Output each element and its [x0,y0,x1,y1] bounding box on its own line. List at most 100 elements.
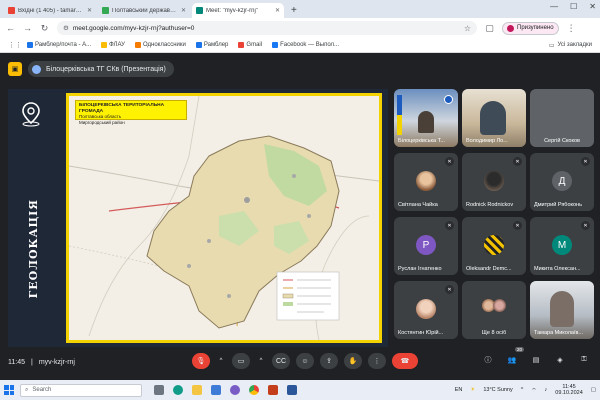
gmail-icon [238,42,245,48]
viber-icon[interactable] [230,385,240,395]
windows-start-icon[interactable] [4,385,14,395]
avatar [416,171,436,191]
maximize-icon[interactable]: ☐ [570,2,577,11]
participant-tile[interactable]: ✕ Oleksandr Demc... [462,217,526,275]
task-view-icon[interactable] [154,385,164,395]
participant-tile[interactable]: Тамара Миколаїв... [530,281,594,339]
volume-icon[interactable]: ♪ [545,387,548,393]
participant-tile[interactable]: Володимир Ло... [462,89,526,147]
mic-off-button[interactable]: 🎙 [192,353,210,369]
weather-text[interactable]: 13°C Sunny [483,387,512,393]
chevron-up-icon[interactable]: ^ [216,353,226,369]
camera-button[interactable]: ▭ [232,353,250,369]
emoji-button[interactable]: ☺ [296,353,314,369]
close-icon[interactable]: ✕ [275,7,280,14]
mic-off-icon: ✕ [581,221,590,230]
emblem-icon [444,95,453,104]
participant-tile[interactable]: ✕ Д Дмитрий Рябоконь [530,153,594,211]
search-icon: ⌕ [25,386,29,393]
bookmark-item[interactable]: ФЛАУ [101,42,125,48]
activities-icon[interactable]: ◈ [554,354,566,366]
participant-tile[interactable]: ✕ М Микита Олексан... [530,217,594,275]
site-info-icon[interactable]: ⚙ [63,24,69,32]
more-participants-label: Ще 8 осіб [481,330,507,336]
more-options-button[interactable]: ⋮ [368,353,386,369]
slide-side-title: ГЕОЛОКАЦІЯ [26,199,40,299]
rambler-icon [195,42,202,48]
people-count-badge: 20 [514,347,524,352]
tray-chevron-icon[interactable]: ^ [521,387,524,393]
participant-tile[interactable]: Білоцерківська Т... [394,89,458,147]
info-icon[interactable]: ⓘ [482,354,494,366]
language-indicator[interactable]: EN [455,387,463,393]
word-icon[interactable] [287,385,297,395]
edge-icon[interactable] [173,385,183,395]
bookmark-item[interactable]: Рамблер/почта - А... [27,42,91,48]
new-tab-button[interactable]: + [286,3,302,18]
chrome-icon[interactable] [249,385,259,395]
close-window-icon[interactable]: ✕ [589,2,596,11]
site-icon [102,7,109,14]
captions-button[interactable]: CC [272,353,290,369]
browser-menu-icon[interactable]: ⋮ [567,23,576,34]
reload-icon[interactable]: ↻ [40,23,49,34]
flag-icon [397,95,402,135]
all-bookmarks[interactable]: ▭ Усі закладки [549,42,592,49]
chevron-up-icon[interactable]: ^ [256,353,266,369]
avatar [493,299,506,312]
bookmark-star-icon[interactable]: ☆ [464,24,471,33]
clock-date: 09.10.2024 [555,390,583,396]
close-icon[interactable]: ✕ [87,7,92,14]
forward-icon[interactable]: → [23,23,32,33]
map-subtitle-district: Миргородський район [79,119,125,125]
avatar: Р [416,235,436,255]
store-icon[interactable] [211,385,221,395]
minimize-icon[interactable]: — [550,2,558,11]
bookmark-item[interactable]: Facebook — Выпол... [272,42,339,48]
browser-tab-pdau[interactable]: Полтавський державний агр... ✕ [98,3,190,18]
apps-grid-icon[interactable]: ⋮⋮ [8,41,22,49]
back-icon[interactable]: ← [6,23,15,33]
url-text: meet.google.com/myv-kzjr-rnj?authuser=0 [72,24,195,32]
bookmark-item[interactable]: Gmail [238,42,262,48]
host-controls-icon[interactable]: ⚿ [578,354,590,366]
participant-tile[interactable]: ✕ Rodnick Rodnickov [462,153,526,211]
avatar [507,24,514,32]
rambler-icon [27,42,33,48]
browser-tab-meet[interactable]: Meet: "myv-kzjr-rnj" ✕ [192,3,284,18]
browser-tab-gmail[interactable]: Вхідні (1 405) - tamara.kozyrol... ✕ [4,3,96,18]
avatar: М [552,235,572,255]
mic-off-icon: ✕ [445,157,454,166]
leave-call-button[interactable]: ☎ [392,353,418,369]
notifications-icon[interactable]: ▢ [591,387,596,393]
participant-tile[interactable]: ✕ Р Руслан Ігнатенко [394,217,458,275]
meeting-time: 11:45 [8,359,25,366]
bookmarks-bar: ⋮⋮ Рамблер/почта - А... ФЛАУ Одноклассни… [0,38,600,53]
participant-name: Костянтин Юрій... [398,330,444,336]
powerpoint-icon[interactable] [268,385,278,395]
chat-icon[interactable]: ▤ [530,354,542,366]
raise-hand-button[interactable]: ✋ [344,353,362,369]
meet-window: ▣ Білоцерківська ТГ СКв (Презентація) ГЕ… [0,53,600,380]
bookmark-item[interactable]: Одноклассники [135,42,186,48]
taskbar-search-input[interactable]: ⌕ Search [20,383,142,397]
person-silhouette [418,111,434,133]
profile-button[interactable]: Призупинено [502,21,559,35]
presenter-chip: Білоцерківська ТГ СКв (Презентація) [28,61,174,77]
url-input[interactable]: ⚙ meet.google.com/myv-kzjr-rnj?authuser=… [57,21,477,35]
participant-tile[interactable]: ✕ Світлана Чайка [394,153,458,211]
network-icon[interactable]: ⌔ [531,387,536,394]
file-explorer-icon[interactable] [192,385,202,395]
present-button[interactable]: ⇪ [320,353,338,369]
presentation-icon[interactable]: ▣ [8,62,22,76]
people-button[interactable]: 👥 20 [506,347,524,366]
extensions-icon[interactable]: ▢ [485,23,494,34]
system-clock[interactable]: 11:45 09.10.2024 [555,384,583,396]
participant-tile[interactable]: Ще 8 осіб [462,281,526,339]
participant-tile[interactable]: ✕ Костянтин Юрій... [394,281,458,339]
bookmark-item[interactable]: Рамблер [195,42,228,48]
close-icon[interactable]: ✕ [181,7,186,14]
avatar [484,171,504,191]
participant-tile[interactable]: Сергій Скоков [530,89,594,147]
gmail-icon [8,7,15,14]
